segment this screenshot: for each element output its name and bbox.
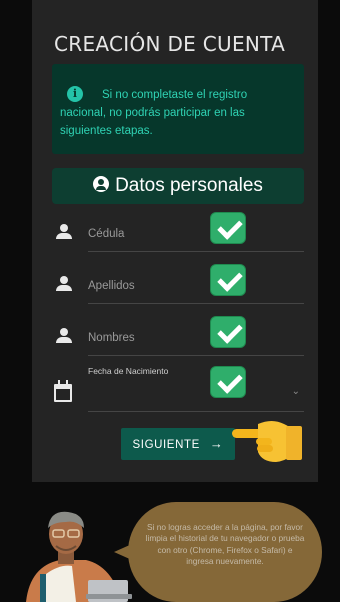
calendar-icon	[54, 380, 72, 402]
pointing-hand-icon	[232, 421, 302, 462]
arrow-right-icon: →	[209, 436, 224, 451]
person-icon	[56, 224, 72, 240]
registration-card: CREACIÓN DE CUENTA i Si no completaste e…	[32, 0, 318, 482]
page-title: CREACIÓN DE CUENTA	[54, 32, 286, 56]
birthdate-field[interactable]: Fecha de Nacimiento ⌄	[52, 362, 304, 412]
field-underline	[88, 251, 304, 252]
field-underline	[88, 355, 304, 356]
field-underline	[88, 303, 304, 304]
section-header: Datos personales	[52, 168, 304, 204]
nombres-field[interactable]: Nombres	[52, 310, 304, 356]
apellidos-label: Apellidos	[88, 280, 135, 292]
checkmark-icon	[210, 264, 246, 296]
info-alert: i Si no completaste el registro nacional…	[52, 64, 304, 154]
checkmark-icon	[210, 212, 246, 244]
person-icon	[56, 276, 72, 292]
checkmark-icon	[210, 316, 246, 348]
next-button[interactable]: SIGUIENTE →	[121, 428, 235, 460]
chevron-down-icon[interactable]: ⌄	[292, 386, 300, 397]
help-speech-bubble: Si no logras acceder a la página, por fa…	[114, 502, 322, 602]
nombres-label: Nombres	[88, 332, 135, 344]
section-title: Datos personales	[115, 175, 263, 196]
apellidos-field[interactable]: Apellidos	[52, 258, 304, 304]
account-circle-icon	[93, 176, 110, 192]
birthdate-label: Fecha de Nacimiento	[88, 366, 169, 376]
checkmark-icon	[210, 366, 246, 398]
cedula-label: Cédula	[88, 228, 125, 240]
help-message: Si no logras acceder a la página, por fa…	[145, 522, 305, 567]
alert-message: Si no completaste el registro nacional, …	[60, 89, 248, 137]
next-button-label: SIGUIENTE	[132, 439, 200, 451]
cedula-field[interactable]: Cédula	[52, 206, 304, 252]
person-icon	[56, 328, 72, 344]
